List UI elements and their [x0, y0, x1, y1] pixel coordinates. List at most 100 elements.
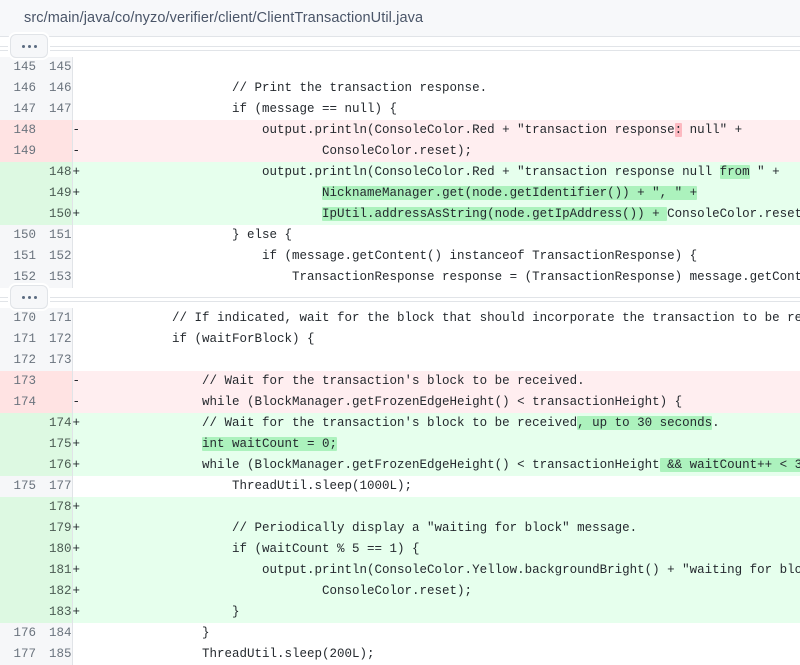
diff-line-row: 148 - output.println(ConsoleColor.Red + "…	[0, 120, 800, 141]
new-line-number[interactable]: 176	[36, 455, 73, 476]
old-line-number[interactable]	[0, 413, 36, 434]
word-diff-added: , up to 30 seconds	[577, 416, 713, 430]
old-line-number[interactable]: 177	[0, 644, 36, 665]
new-line-number[interactable]: 171	[36, 308, 73, 329]
old-line-number[interactable]: 176	[0, 623, 36, 644]
old-line-number[interactable]: 175	[0, 476, 36, 497]
new-line-number[interactable]: 173	[36, 350, 73, 371]
diff-code-line[interactable]: output.println(ConsoleColor.Yellow.backg…	[82, 560, 800, 581]
new-line-number[interactable]: 174	[36, 413, 73, 434]
new-line-number[interactable]: 152	[36, 246, 73, 267]
old-line-number[interactable]	[0, 539, 36, 560]
new-line-number[interactable]: 182	[36, 581, 73, 602]
diff-line-row: 174 + // Wait for the transaction's block…	[0, 413, 800, 434]
diff-code-line[interactable]: // If indicated, wait for the block that…	[82, 308, 800, 329]
new-line-number[interactable]: 148	[36, 162, 73, 183]
expand-hidden-lines-button[interactable]	[10, 285, 48, 309]
old-line-number[interactable]	[0, 581, 36, 602]
new-line-number[interactable]: 151	[36, 225, 73, 246]
diff-code-line[interactable]	[82, 350, 800, 371]
diff-marker: +	[72, 204, 82, 225]
new-line-number[interactable]: 177	[36, 476, 73, 497]
diff-code-line[interactable]: // Print the transaction response.	[82, 78, 800, 99]
diff-code-line[interactable]: // Wait for the transaction's block to b…	[82, 371, 800, 392]
diff-marker: +	[72, 413, 82, 434]
diff-marker: +	[72, 162, 82, 183]
diff-line-row: 148 + output.println(ConsoleColor.Red + "…	[0, 162, 800, 183]
new-line-number[interactable]	[36, 120, 73, 141]
diff-line-row: 149 + NicknameManager.get(node.getIdentif…	[0, 183, 800, 204]
new-line-number[interactable]: 185	[36, 644, 73, 665]
old-line-number[interactable]	[0, 602, 36, 623]
diff-table: 145 145 146 146 // Print the transaction re…	[0, 34, 800, 665]
diff-code-line[interactable]: while (BlockManager.getFrozenEdgeHeight(…	[82, 455, 800, 476]
diff-code-line[interactable]: }	[82, 623, 800, 644]
diff-line-row: 182 + ConsoleColor.reset);	[0, 581, 800, 602]
new-line-number[interactable]: 180	[36, 539, 73, 560]
expand-hidden-lines-button[interactable]	[10, 34, 48, 58]
old-line-number[interactable]	[0, 204, 36, 225]
new-line-number[interactable]: 178	[36, 497, 73, 518]
diff-code-line[interactable]: if (waitForBlock) {	[82, 329, 800, 350]
new-line-number[interactable]	[36, 392, 73, 413]
old-line-number[interactable]: 173	[0, 371, 36, 392]
diff-marker	[72, 476, 82, 497]
diff-marker	[72, 267, 82, 288]
diff-code-line[interactable]: // Wait for the transaction's block to b…	[82, 413, 800, 434]
diff-code-line[interactable]: IpUtil.addressAsString(node.getIpAddress…	[82, 204, 800, 225]
old-line-number[interactable]: 171	[0, 329, 36, 350]
diff-code-line[interactable]: ThreadUtil.sleep(1000L);	[82, 476, 800, 497]
old-line-number[interactable]	[0, 162, 36, 183]
new-line-number[interactable]: 146	[36, 78, 73, 99]
old-line-number[interactable]	[0, 518, 36, 539]
diff-code-line[interactable]: ConsoleColor.reset);	[82, 141, 800, 162]
diff-code-line[interactable]: int waitCount = 0;	[82, 434, 800, 455]
diff-code-line[interactable]: // Periodically display a "waiting for b…	[82, 518, 800, 539]
new-line-number[interactable]: 184	[36, 623, 73, 644]
new-line-number[interactable]: 183	[36, 602, 73, 623]
diff-code-line[interactable]: output.println(ConsoleColor.Red + "trans…	[82, 120, 800, 141]
old-line-number[interactable]: 151	[0, 246, 36, 267]
diff-code-line[interactable]: ConsoleColor.reset);	[82, 581, 800, 602]
diff-code-line[interactable]: }	[82, 602, 800, 623]
diff-code-line[interactable]: if (message.getContent() instanceof Tran…	[82, 246, 800, 267]
old-line-number[interactable]: 145	[0, 57, 36, 78]
old-line-number[interactable]: 150	[0, 225, 36, 246]
old-line-number[interactable]	[0, 183, 36, 204]
old-line-number[interactable]: 147	[0, 99, 36, 120]
new-line-number[interactable]: 147	[36, 99, 73, 120]
ellipsis-dot-icon	[27, 295, 31, 299]
new-line-number[interactable]	[36, 141, 73, 162]
diff-code-line[interactable]: TransactionResponse response = (Transact…	[82, 267, 800, 288]
old-line-number[interactable]: 149	[0, 141, 36, 162]
new-line-number[interactable]: 150	[36, 204, 73, 225]
new-line-number[interactable]: 181	[36, 560, 73, 581]
diff-code-line[interactable]: } else {	[82, 225, 800, 246]
old-line-number[interactable]	[0, 560, 36, 581]
diff-code-line[interactable]: if (waitCount % 5 == 1) {	[82, 539, 800, 560]
old-line-number[interactable]	[0, 434, 36, 455]
new-line-number[interactable]: 149	[36, 183, 73, 204]
old-line-number[interactable]: 170	[0, 308, 36, 329]
diff-code-line[interactable]: ThreadUtil.sleep(200L);	[82, 644, 800, 665]
diff-code-line[interactable]: output.println(ConsoleColor.Red + "trans…	[82, 162, 800, 183]
diff-code-line[interactable]: if (message == null) {	[82, 99, 800, 120]
new-line-number[interactable]: 145	[36, 57, 73, 78]
new-line-number[interactable]: 179	[36, 518, 73, 539]
diff-code-line[interactable]	[82, 497, 800, 518]
diff-code-line[interactable]: NicknameManager.get(node.getIdentifier()…	[82, 183, 800, 204]
new-line-number[interactable]: 175	[36, 434, 73, 455]
diff-code-line[interactable]	[82, 57, 800, 78]
diff-line-row: 173 - // Wait for the transaction's block…	[0, 371, 800, 392]
diff-code-line[interactable]: while (BlockManager.getFrozenEdgeHeight(…	[82, 392, 800, 413]
diff-marker	[72, 644, 82, 665]
old-line-number[interactable]: 174	[0, 392, 36, 413]
new-line-number[interactable]	[36, 371, 73, 392]
new-line-number[interactable]: 172	[36, 329, 73, 350]
old-line-number[interactable]: 172	[0, 350, 36, 371]
old-line-number[interactable]: 148	[0, 120, 36, 141]
old-line-number[interactable]	[0, 497, 36, 518]
old-line-number[interactable]: 146	[0, 78, 36, 99]
old-line-number[interactable]	[0, 455, 36, 476]
expander-inner	[0, 285, 800, 309]
